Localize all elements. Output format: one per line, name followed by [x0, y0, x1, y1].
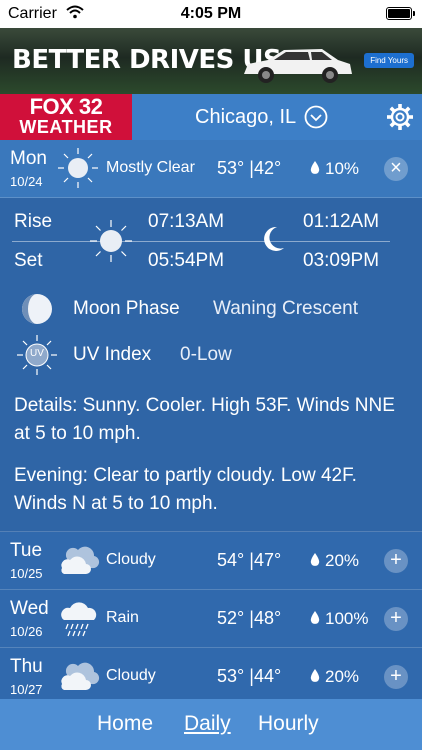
- temperature-range: 52° |48°: [217, 608, 281, 629]
- expand-button[interactable]: +: [384, 607, 408, 631]
- condition-label: Cloudy: [106, 551, 156, 568]
- tab-bar: Home Daily Hourly: [0, 699, 422, 750]
- day-date: 10/25: [10, 566, 43, 581]
- precip-chance: 10%: [325, 159, 360, 178]
- forecast-row[interactable]: Wed 10/26 Rain 52° |48° 100% +: [0, 590, 422, 648]
- raindrop-icon: [310, 553, 320, 566]
- precip-chance: 20%: [325, 667, 360, 686]
- location-selector[interactable]: Chicago, IL: [195, 106, 296, 129]
- precip-chance: 100%: [325, 609, 369, 628]
- forecast-row[interactable]: Thu 10/27 Cloudy 53° |44° 20% +: [0, 648, 422, 699]
- details-text: Details: Sunny. Cooler. High 53F. Winds …: [14, 395, 395, 444]
- sun-moon-divider: [12, 241, 390, 242]
- ad-banner[interactable]: BETTER DRIVES US. Find Yours: [0, 28, 422, 94]
- crescent-moon-icon: [264, 226, 284, 251]
- sunrise-time: 07:13AM: [148, 211, 225, 232]
- moonrise-time: 01:12AM: [303, 211, 380, 232]
- cloudy-icon: [61, 546, 100, 574]
- moon-phase-label: Moon Phase: [73, 298, 180, 319]
- temperature-range: 53° |44°: [217, 666, 281, 687]
- rise-label: Rise: [14, 211, 53, 232]
- raindrop-icon: [310, 669, 320, 682]
- evening-text: Evening: Clear to partly cloudy. Low 42F…: [14, 465, 357, 514]
- raindrop-icon: [310, 611, 320, 624]
- condition-label: Rain: [106, 609, 139, 626]
- moon-phase-value: Waning Crescent: [213, 298, 359, 319]
- day-detail-panel: Rise Set 07:13AM 05:54PM 01:12AM 03:09PM…: [0, 198, 422, 532]
- tab-home[interactable]: Home: [97, 712, 153, 736]
- car-image: [244, 49, 352, 83]
- rain-icon: [61, 602, 97, 637]
- day-name: Thu: [10, 656, 43, 677]
- tab-daily[interactable]: Daily: [184, 712, 231, 736]
- moon-phase-icon: [22, 294, 52, 324]
- day-date: 10/26: [10, 624, 43, 639]
- sunset-time: 05:54PM: [148, 250, 225, 271]
- low-temp: 42°: [253, 158, 282, 178]
- day-date: 10/24: [10, 174, 43, 189]
- expand-button[interactable]: +: [384, 549, 408, 573]
- temperature-range: 53° |42°: [217, 158, 281, 179]
- precip-chance: 20%: [325, 551, 360, 570]
- forecast-row[interactable]: Tue 10/25 Cloudy 54° |47° 20% +: [0, 532, 422, 590]
- expand-button[interactable]: +: [384, 665, 408, 689]
- logo-line1: FOX 32: [29, 94, 103, 119]
- day-name: Tue: [10, 540, 43, 561]
- tab-hourly[interactable]: Hourly: [258, 712, 319, 736]
- clock: 4:05 PM: [180, 5, 242, 22]
- battery-icon: [386, 7, 415, 20]
- low-temp: 47°: [253, 550, 282, 570]
- collapse-button[interactable]: ×: [384, 157, 408, 181]
- forecast-list: Tue 10/25 Cloudy 54° |47° 20% + Wed 10/2…: [0, 532, 422, 699]
- high-temp: 52°: [217, 608, 245, 628]
- condition-label: Cloudy: [106, 667, 156, 684]
- day-name: Wed: [10, 598, 49, 619]
- chevron-down-icon[interactable]: [304, 105, 328, 129]
- day-name: Mon: [10, 148, 47, 169]
- temperature-range: 54° |47°: [217, 550, 281, 571]
- sun-icon: [90, 220, 132, 262]
- gear-icon[interactable]: [386, 103, 414, 131]
- low-temp: 48°: [253, 608, 282, 628]
- uv-icon: UV: [15, 333, 59, 377]
- low-temp: 44°: [253, 666, 282, 686]
- today-row[interactable]: Mon 10/24 Mostly Clear 53° |42° 10% ×: [0, 140, 422, 198]
- moonset-time: 03:09PM: [303, 250, 380, 271]
- logo-line2: WEATHER: [19, 117, 113, 137]
- high-temp: 54°: [217, 550, 245, 570]
- ad-cta-button[interactable]: Find Yours: [364, 53, 414, 68]
- uv-icon-text: UV: [30, 348, 44, 359]
- uv-index-value: 0-Low: [180, 344, 232, 365]
- uv-index-label: UV Index: [73, 344, 152, 365]
- sun-icon: [58, 148, 98, 188]
- status-bar: Carrier 4:05 PM: [0, 0, 422, 28]
- cloudy-icon: [61, 662, 100, 690]
- app-header: FOX 32 WEATHER Chicago, IL: [0, 94, 422, 140]
- high-temp: 53°: [217, 666, 245, 686]
- condition-label: Mostly Clear: [106, 159, 195, 176]
- high-temp: 53°: [217, 158, 245, 178]
- fox32-logo: FOX 32 WEATHER: [0, 94, 132, 140]
- raindrop-icon: [310, 161, 320, 174]
- set-label: Set: [14, 250, 43, 271]
- day-date: 10/27: [10, 682, 43, 697]
